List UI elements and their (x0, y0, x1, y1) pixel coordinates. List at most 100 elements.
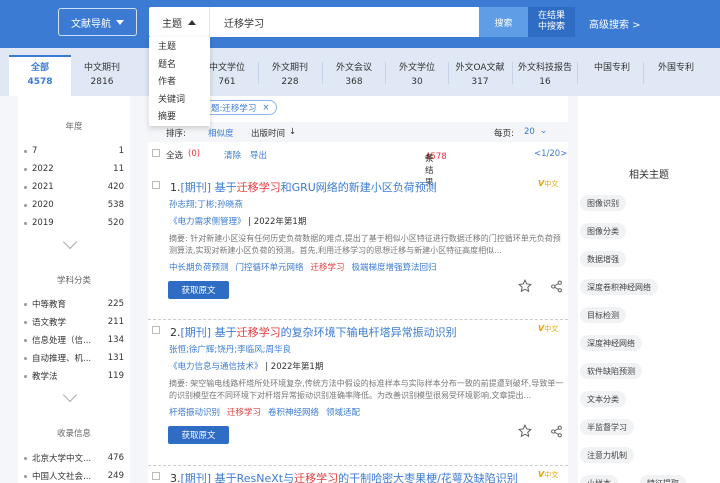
facet-item-subject[interactable]: 自动推理、机... 131 (24, 351, 124, 365)
dropdown-option-subject[interactable]: 主题 (149, 39, 210, 57)
result-title[interactable]: 3.[期刊] 基于ResNeXt与迁移学习的干制哈密大枣果梗/花萼及缺陷识别 (170, 470, 518, 483)
result-checkbox[interactable] (152, 326, 160, 334)
keyword-link[interactable]: 迁移学习 (227, 408, 261, 418)
topic-tag[interactable]: 深度卷积神经网络 (580, 279, 658, 295)
tab-label: 外文科技报告 (517, 63, 572, 73)
facet-item-source[interactable]: 中国人文社会... 249 (24, 469, 124, 483)
sort-label: 排序: (166, 129, 186, 139)
tab-foreign-thesis[interactable]: 外文学位 30 (386, 55, 448, 96)
source-issue: | 2022年第1期 (265, 362, 324, 372)
facet-item-subject[interactable]: 教学法 119 (24, 369, 124, 383)
select-all-checkbox[interactable] (152, 149, 160, 157)
facet-item-year[interactable]: 2022 11 (24, 162, 124, 176)
tab-divider (385, 62, 386, 84)
facet-count: 538 (107, 200, 124, 210)
facet-item-subject[interactable]: 信息处理（信... 134 (24, 333, 124, 347)
chevron-up-icon (188, 19, 196, 25)
bullet-dot (24, 302, 27, 306)
share-icon[interactable] (550, 425, 563, 438)
facet-label: 7 (32, 146, 38, 156)
topic-tag[interactable]: 深度神经网络 (580, 335, 642, 351)
tab-foreign-report[interactable]: 外文科技报告 16 (513, 55, 577, 96)
keyword-link[interactable]: 门控循环单元网络 (236, 263, 304, 273)
keyword-link[interactable]: 杆塔振动识别 (169, 408, 220, 418)
per-page-select[interactable]: 20 (524, 127, 535, 137)
result-authors[interactable]: 孙志翔;丁彬;孙晓燕 (169, 198, 243, 210)
in-results-line2: 中搜索 (537, 22, 565, 32)
topic-tag[interactable]: 注意力机制 (580, 447, 634, 463)
keyword-link[interactable]: 极端梯度增强算法回归 (352, 263, 437, 273)
tab-divider (448, 62, 449, 84)
result-title[interactable]: 2.[期刊] 基于迁移学习的复杂环境下输电杆塔异常振动识别 (170, 324, 457, 340)
topic-tag[interactable]: 目标检测 (580, 307, 626, 323)
facet-item-source[interactable]: 北京大学中文... 476 (24, 451, 124, 465)
sort-relevance[interactable]: 相似度 (208, 127, 234, 139)
tab-cn-journal[interactable]: 中文期刊 2816 (71, 55, 133, 96)
topic-tag[interactable]: 图像分类 (580, 223, 626, 239)
facet-title-source: 收录信息 (56, 429, 91, 439)
keyword-link[interactable]: 领域适配 (326, 408, 360, 418)
facet-item-subject[interactable]: 中等教育 225 (24, 297, 124, 311)
bullet-dot (24, 374, 27, 378)
sort-pubtime[interactable]: 出版时间 (251, 127, 285, 139)
close-icon[interactable]: × (262, 103, 269, 113)
topic-tag[interactable]: 半监督学习 (580, 419, 634, 435)
database-tabs: 全部 4578 中文期刊 2816 中文学位 761 外文期刊 228 外文会议… (0, 48, 720, 96)
tab-label: 外国专利 (657, 63, 694, 73)
literature-nav-button[interactable]: 文献导航 (58, 8, 137, 36)
share-icon[interactable] (550, 280, 563, 293)
select-all-label[interactable]: 全选 (166, 149, 183, 161)
topic-tag[interactable]: 文本分类 (580, 391, 626, 407)
pager[interactable]: <1/20> (534, 149, 567, 159)
tab-foreign-patent[interactable]: 外国专利 (644, 55, 708, 96)
result-checkbox[interactable] (152, 181, 160, 189)
expand-chevron-icon[interactable] (62, 387, 78, 403)
bullet-dot (24, 203, 27, 207)
export-link[interactable]: 导出 (250, 149, 267, 161)
topic-tag[interactable]: 小样本 (580, 475, 618, 483)
keyword-link[interactable]: 中长期负荷预测 (169, 263, 229, 273)
tab-count: 317 (471, 77, 489, 87)
facet-item-year[interactable]: 71 (24, 144, 124, 158)
facet-item-subject[interactable]: 语文教学 211 (24, 315, 124, 329)
dropdown-option-abstract[interactable]: 摘要 (149, 109, 210, 127)
topic-tag[interactable]: 特征提取 (640, 475, 686, 483)
clear-link[interactable]: 清除 (224, 149, 241, 161)
tab-foreign-oa[interactable]: 外文OA文献 317 (448, 55, 512, 96)
facet-item-year[interactable]: 2019 520 (24, 216, 124, 230)
star-icon[interactable] (518, 279, 532, 293)
source-journal[interactable]: 《电力需求侧管理》 (169, 217, 246, 227)
dropdown-option-keyword[interactable]: 关键词 (149, 92, 210, 110)
sort-arrow-down-icon: ↓ (289, 127, 297, 137)
search-in-results-button[interactable]: 在结果 中搜索 (528, 7, 575, 37)
dropdown-option-title[interactable]: 题名 (149, 57, 210, 75)
dropdown-option-author[interactable]: 作者 (149, 74, 210, 92)
search-button[interactable]: 搜索 (479, 7, 528, 37)
get-fulltext-button[interactable]: 获取原文 (168, 281, 229, 299)
facet-item-year[interactable]: 2020 538 (24, 198, 124, 212)
topic-tag[interactable]: 图像识别 (580, 195, 626, 211)
filter-chip[interactable]: 题:迁移学习 × (204, 100, 277, 115)
source-issue: | 2022年第1期 (248, 217, 307, 227)
result-title[interactable]: 1.[期刊] 基于迁移学习和GRU网络的新建小区负荷预测 (170, 179, 437, 195)
expand-chevron-icon[interactable] (62, 234, 78, 250)
facet-item-year[interactable]: 2021 420 (24, 180, 124, 194)
tab-all[interactable]: 全部 4578 (9, 55, 71, 96)
source-journal[interactable]: 《电力信息与通信技术》 (169, 362, 263, 372)
tab-cn-patent[interactable]: 中国专利 (580, 55, 644, 96)
search-field-dropdown: 主题 题名 作者 关键词 摘要 (149, 37, 210, 126)
search-field-select[interactable]: 主题 (149, 7, 210, 37)
keyword-link[interactable]: 迁移学习 (311, 263, 345, 273)
get-fulltext-button[interactable]: 获取原文 (168, 426, 229, 444)
result-checkbox[interactable] (152, 472, 160, 480)
keyword-link[interactable]: 卷积神经网络 (268, 408, 319, 418)
result-authors[interactable]: 张恒;徐广辉;饶丹;李临风;周华良 (169, 343, 291, 355)
search-input[interactable] (224, 8, 464, 36)
tab-foreign-journal[interactable]: 外文期刊 228 (259, 55, 321, 96)
result-source: 《电力需求侧管理》 | 2022年第1期 (169, 215, 306, 227)
star-icon[interactable] (518, 424, 532, 438)
tab-foreign-conference[interactable]: 外文会议 368 (323, 55, 385, 96)
topic-tag[interactable]: 软件缺陷预测 (580, 363, 642, 379)
topic-tag[interactable]: 数据增强 (580, 251, 626, 267)
advanced-search-link[interactable]: 高级搜索 > (589, 16, 641, 31)
